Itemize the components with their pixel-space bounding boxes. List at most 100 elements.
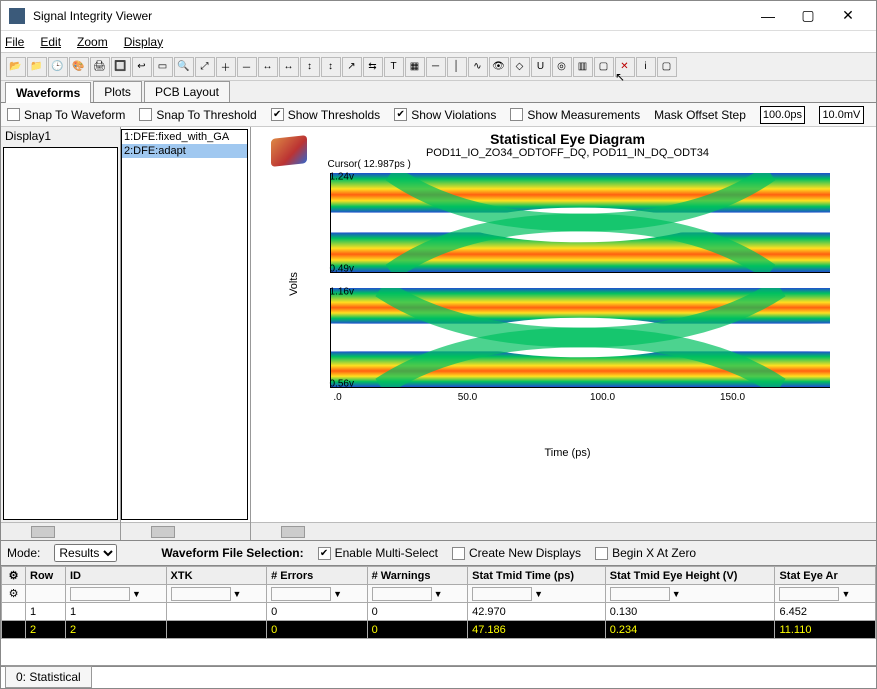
tab-waveforms[interactable]: Waveforms [5, 82, 91, 103]
eye-diagram[interactable]: Cursor( 12.987ps ) Volts [288, 163, 848, 433]
zoom-x-out-icon[interactable]: ↔ [279, 57, 299, 77]
tab-pcb-layout[interactable]: PCB Layout [144, 81, 230, 102]
bathtub-icon[interactable]: U [531, 57, 551, 77]
show-measurements-checkbox[interactable]: Show Measurements [510, 108, 640, 122]
cell-warnings: 0 [367, 621, 468, 639]
mask-offset-x-input[interactable] [760, 106, 805, 124]
view-tabs: Waveforms Plots PCB Layout [1, 81, 876, 103]
clock-icon[interactable]: 🕒 [48, 57, 68, 77]
cell-row: 2 [26, 621, 66, 639]
stat-eye-icon[interactable]: ◇ [510, 57, 530, 77]
vcursor-icon[interactable]: │ [447, 57, 467, 77]
measure-icon[interactable]: ↗ [342, 57, 362, 77]
maximize-button[interactable]: ▢ [788, 1, 828, 30]
enable-multi-checkbox[interactable]: ✔Enable Multi-Select [318, 546, 438, 560]
zoom-in-icon[interactable]: ＋ [216, 57, 236, 77]
col-row[interactable]: Row [26, 567, 66, 585]
snap-waveform-checkbox[interactable]: Snap To Waveform [7, 108, 125, 122]
histogram-icon[interactable]: ▥ [573, 57, 593, 77]
ytick-top-lo: 0.49v [330, 264, 336, 275]
zoom-window-icon[interactable]: 🔲 [111, 57, 131, 77]
display-scroll[interactable] [1, 522, 120, 540]
mask-offset-y-input[interactable] [819, 106, 864, 124]
wf-selection-label: Waveform File Selection: [161, 546, 303, 560]
filter-eyea[interactable]: ▼ [775, 585, 876, 603]
zoom-y-in-icon[interactable]: ↕ [300, 57, 320, 77]
xtick-2: 100.0 [590, 388, 615, 403]
cell-errors: 0 [267, 621, 368, 639]
cell-eyeh: 0.130 [605, 603, 775, 621]
tab-statistical[interactable]: 0: Statistical [5, 666, 92, 688]
plot-panel[interactable]: Statistical Eye Diagram POD11_IO_ZO34_OD… [251, 127, 876, 540]
cell-eyeh: 0.234 [605, 621, 775, 639]
hcursor-icon[interactable]: ─ [426, 57, 446, 77]
cell-tmid: 47.186 [468, 621, 606, 639]
signal-item-2[interactable]: 2:DFE:adapt [122, 144, 247, 158]
col-errors[interactable]: # Errors [267, 567, 368, 585]
zoom-rect-icon[interactable]: ▭ [153, 57, 173, 77]
begin-x-checkbox[interactable]: Begin X At Zero [595, 546, 696, 560]
minimize-button[interactable]: — [748, 1, 788, 30]
open2-icon[interactable]: 📁 [27, 57, 47, 77]
col-eyea[interactable]: Stat Eye Ar [775, 567, 876, 585]
title-bar[interactable]: Signal Integrity Viewer — ▢ ✕ [1, 1, 876, 31]
plot-scroll[interactable] [251, 522, 876, 540]
xtick-0: .0 [333, 388, 341, 403]
signal-scroll[interactable] [121, 522, 250, 540]
col-warnings[interactable]: # Warnings [367, 567, 468, 585]
eye-top [330, 173, 830, 273]
filter-tmid[interactable]: ▼ [468, 585, 606, 603]
signal-item-1[interactable]: 1:DFE:fixed_with_GA [122, 130, 247, 144]
table-row[interactable]: 2 2 0 0 47.186 0.234 11.110 [2, 621, 876, 639]
filter-id[interactable]: ▼ [66, 585, 167, 603]
contour-icon[interactable]: ◎ [552, 57, 572, 77]
zoom-fit-icon[interactable]: ⤢ [195, 57, 215, 77]
menu-display[interactable]: Display [124, 35, 163, 49]
mode-select[interactable]: Results [54, 544, 117, 562]
signal-list[interactable]: 1:DFE:fixed_with_GA 2:DFE:adapt [121, 129, 248, 520]
gear2-icon[interactable]: ⚙ [2, 585, 26, 603]
filter-errors[interactable]: ▼ [267, 585, 368, 603]
open-icon[interactable]: 📂 [6, 57, 26, 77]
toggle-icon[interactable]: ∿ [468, 57, 488, 77]
x-axis-label: Time (ps) [263, 447, 872, 459]
results-table-wrap[interactable]: ⚙ Row ID XTK # Errors # Warnings Stat Tm… [1, 566, 876, 666]
zoom-icon[interactable]: 🔍 [174, 57, 194, 77]
zoom-y-out-icon[interactable]: ↕ [321, 57, 341, 77]
show-thresholds-checkbox[interactable]: ✔Show Thresholds [271, 108, 381, 122]
snap-threshold-checkbox[interactable]: Snap To Threshold [139, 108, 256, 122]
menu-edit[interactable]: Edit [40, 35, 61, 49]
close-button[interactable]: ✕ [828, 1, 868, 30]
eye-icon[interactable]: 👁 [489, 57, 509, 77]
filter-eyeh[interactable]: ▼ [605, 585, 775, 603]
menu-bar: File Edit Zoom Display [1, 31, 876, 53]
display-panel: Display1 [1, 127, 121, 540]
display-list[interactable] [3, 147, 118, 520]
gear-column[interactable]: ⚙ [2, 567, 26, 585]
filter-xtk[interactable]: ▼ [166, 585, 267, 603]
col-tmid[interactable]: Stat Tmid Time (ps) [468, 567, 606, 585]
col-xtk[interactable]: XTK [166, 567, 267, 585]
zoom-prev-icon[interactable]: ↩ [132, 57, 152, 77]
hmeasure-icon[interactable]: ⇆ [363, 57, 383, 77]
info-icon[interactable]: i [636, 57, 656, 77]
create-new-checkbox[interactable]: Create New Displays [452, 546, 581, 560]
menu-zoom[interactable]: Zoom [77, 35, 108, 49]
cell-xtk [166, 603, 267, 621]
filter-warnings[interactable]: ▼ [367, 585, 468, 603]
show-violations-checkbox[interactable]: ✔Show Violations [394, 108, 496, 122]
cell-warnings: 0 [367, 603, 468, 621]
menu-file[interactable]: File [5, 35, 24, 49]
zoom-out-icon[interactable]: － [237, 57, 257, 77]
grid-icon[interactable]: ▦ [405, 57, 425, 77]
tab-plots[interactable]: Plots [93, 81, 142, 102]
palette-icon[interactable]: 🎨 [69, 57, 89, 77]
col-id[interactable]: ID [66, 567, 167, 585]
print-icon[interactable]: 🖨 [90, 57, 110, 77]
table-row[interactable]: 1 1 0 0 42.970 0.130 6.452 [2, 603, 876, 621]
zoom-x-in-icon[interactable]: ↔ [258, 57, 278, 77]
status-tabs: 0: Statistical [1, 666, 876, 688]
text-icon[interactable]: T [384, 57, 404, 77]
col-eyeh[interactable]: Stat Tmid Eye Height (V) [605, 567, 775, 585]
snap-threshold-label: Snap To Threshold [156, 108, 256, 122]
